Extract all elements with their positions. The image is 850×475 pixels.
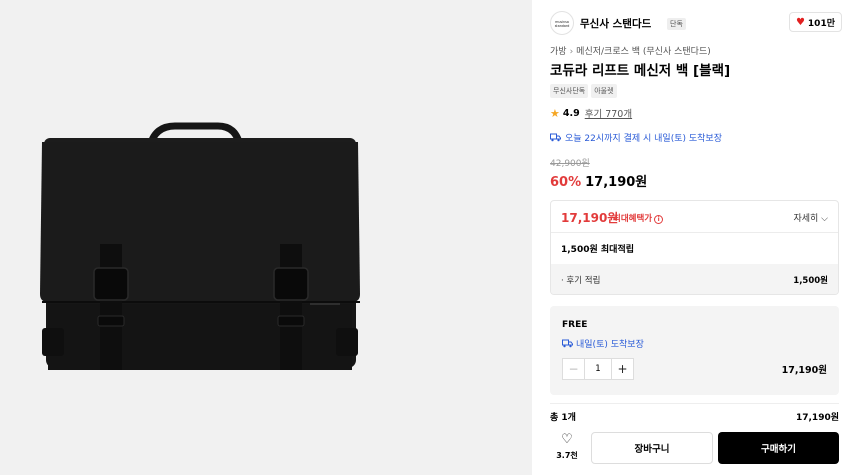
decrease-quantity-button[interactable]: − — [563, 359, 585, 379]
option-delivery: 내일(토) 도착보장 — [562, 337, 644, 350]
max-benefit-label: 최대혜택가 i — [613, 212, 664, 224]
option-name: FREE — [562, 320, 588, 330]
brand-logo[interactable]: musinsa standard — [550, 11, 574, 35]
max-benefit-price: 17,190원 — [561, 211, 619, 225]
max-benefit-header: 17,190원 최대혜택가 i 자세히 ⌵ — [551, 201, 838, 233]
quantity-stepper: − 1 + — [562, 358, 634, 380]
review-points-row: · 후기 적립 1,500원 — [551, 264, 838, 294]
breadcrumb-item[interactable]: 메신저/크로스 백 (무신사 스탠다드) — [576, 47, 711, 57]
product-image-gallery[interactable] — [0, 0, 532, 475]
product-info-panel: musinsa standard 무신사 스탠다드 단독 ♥ 101만 가방 › 메… — [532, 0, 850, 475]
truck-icon — [550, 133, 561, 142]
product-title: 코듀라 리프트 메신저 백 [블랙] — [550, 63, 731, 79]
star-icon: ★ — [550, 106, 560, 120]
product-tags: 무신사단독 아울렛 — [550, 84, 617, 98]
max-benefit-label-text: 최대혜택가 — [613, 214, 653, 224]
max-benefit-box: 17,190원 최대혜택가 i 자세히 ⌵ 1,500원 최대적립 · 후기 적립… — [550, 200, 839, 295]
brand-like-count: 101만 — [807, 18, 835, 29]
divider — [550, 403, 839, 404]
rating-score: 4.9 — [562, 107, 580, 119]
brand-exclusive-badge: 단독 — [667, 18, 686, 30]
benefit-detail-label: 자세히 — [793, 214, 819, 224]
option-delivery-text: 내일(토) 도착보장 — [576, 340, 644, 350]
delivery-guarantee: 오늘 22시까지 결제 시 내일(토) 도착보장 — [550, 131, 722, 144]
truck-icon — [562, 339, 573, 348]
delivery-text: 오늘 22시까지 결제 시 내일(토) 도착보장 — [565, 134, 722, 144]
review-points-amount: 1,500원 — [793, 276, 828, 286]
review-count-link[interactable]: 후기 770개 — [585, 106, 632, 120]
sale-price-row: 60% 17,190원 — [550, 171, 647, 190]
purchase-bar: ♡ 3.7천 장바구니 구매하기 — [550, 432, 839, 464]
option-price: 17,190원 — [781, 365, 827, 376]
breadcrumb-item[interactable]: 가방 — [550, 47, 567, 57]
brand-name[interactable]: 무신사 스탠다드 — [580, 16, 651, 31]
add-to-cart-button[interactable]: 장바구니 — [591, 432, 713, 464]
discount-rate: 60% — [550, 175, 582, 190]
heart-icon: ♥ — [795, 16, 805, 28]
selected-option-box: FREE 내일(토) 도착보장 − 1 + 17,190원 — [550, 306, 839, 395]
max-points: 1,500원 최대적립 — [561, 245, 635, 255]
product-tag: 무신사단독 — [550, 84, 589, 98]
product-page: musinsa standard 무신사 스탠다드 단독 ♥ 101만 가방 › 메… — [0, 0, 850, 475]
wishlist-count: 3.7천 — [556, 451, 578, 460]
review-points-label: · 후기 적립 — [561, 276, 601, 286]
original-price: 42,900원 — [550, 159, 590, 169]
breadcrumb: 가방 › 메신저/크로스 백 (무신사 스탠다드) — [550, 44, 711, 57]
wishlist-button[interactable]: ♡ 3.7천 — [550, 432, 584, 464]
buy-now-button[interactable]: 구매하기 — [718, 432, 839, 464]
increase-quantity-button[interactable]: + — [611, 359, 633, 379]
benefit-detail-toggle[interactable]: 자세히 ⌵ — [793, 211, 828, 224]
chevron-down-icon: ⌵ — [821, 214, 828, 224]
brand-header: musinsa standard 무신사 스탠다드 단독 ♥ 101만 — [550, 10, 842, 36]
total-amount: 17,190원 — [795, 413, 839, 423]
brand-like-button[interactable]: ♥ 101만 — [788, 12, 842, 32]
quantity-value[interactable]: 1 — [585, 359, 611, 379]
product-tag: 아울렛 — [591, 84, 617, 98]
heart-outline-icon: ♡ — [561, 432, 573, 447]
info-icon[interactable]: i — [654, 215, 664, 224]
chevron-right-icon: › — [569, 47, 574, 57]
total-count: 총 1개 — [550, 413, 576, 423]
product-rating: ★ 4.9 후기 770개 — [550, 106, 632, 121]
sale-price: 17,190원 — [585, 175, 648, 190]
total-row: 총 1개 17,190원 — [550, 410, 839, 423]
product-image — [40, 122, 360, 370]
